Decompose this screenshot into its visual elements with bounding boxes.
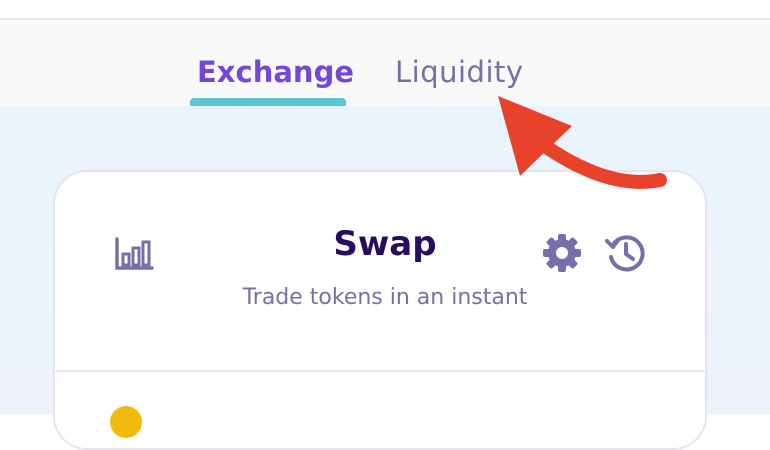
history-icon[interactable] (604, 231, 648, 275)
tab-exchange[interactable]: Exchange (197, 52, 354, 92)
top-bar (0, 0, 770, 20)
swap-subtitle: Trade tokens in an instant (242, 285, 528, 310)
gear-icon[interactable] (540, 231, 584, 275)
active-tab-indicator (190, 98, 346, 106)
swap-card (53, 170, 707, 450)
annotation-arrow-icon (498, 96, 667, 189)
token-logo-icon (110, 406, 142, 438)
card-header-divider (55, 370, 705, 372)
chart-icon[interactable] (114, 237, 154, 271)
tab-liquidity[interactable]: Liquidity (395, 52, 524, 92)
